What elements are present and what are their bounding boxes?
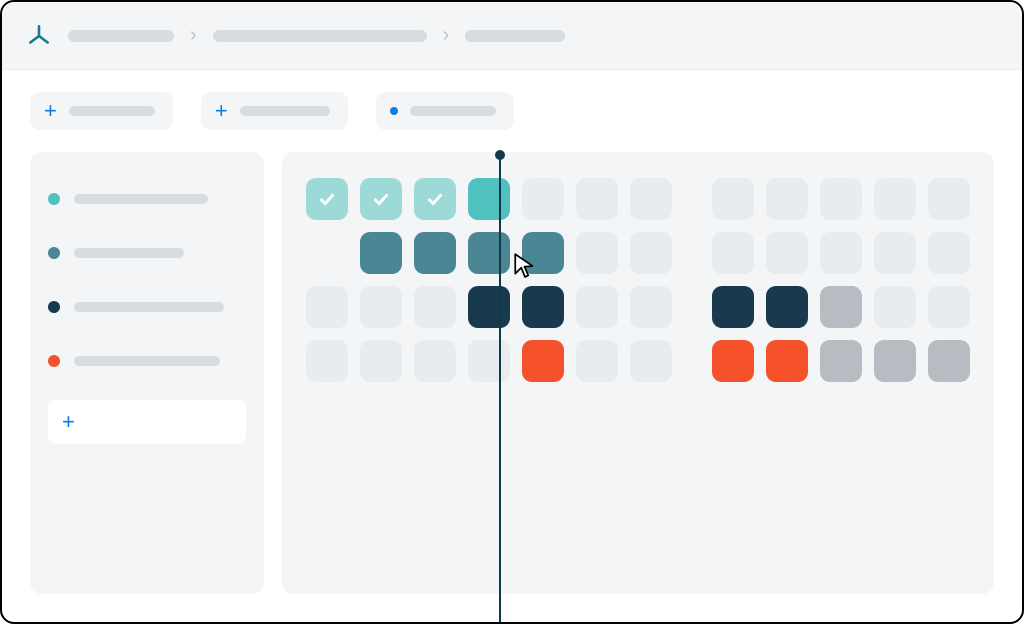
legend-label-placeholder [74,356,220,366]
timeline-cell[interactable] [820,340,862,382]
timeline-row [306,232,970,274]
timeline-cell[interactable] [766,340,808,382]
timeline-cell[interactable] [874,178,916,220]
timeline-cell[interactable] [928,286,970,328]
timeline-cell[interactable] [468,178,510,220]
timeline-cell[interactable] [766,286,808,328]
timeline-cell[interactable] [712,232,754,274]
timeline-cell[interactable] [522,178,564,220]
breadcrumb-item[interactable] [465,30,565,42]
timeline-cell[interactable] [306,340,348,382]
plus-icon: + [62,411,75,433]
timeline-cell[interactable] [522,340,564,382]
main-content: + [2,130,1022,622]
legend-dot-icon [48,301,60,313]
timeline-cell [306,232,348,274]
grid-gap [684,232,700,274]
legend-sidebar: + [30,152,264,594]
timeline-cell[interactable] [306,178,348,220]
legend-dot-icon [48,247,60,259]
chevron-right-icon: › [443,24,450,47]
breadcrumb-trail: ›› [68,24,565,47]
toolbar-button[interactable]: + [201,92,348,130]
timeline-cell[interactable] [360,178,402,220]
timeline-cell[interactable] [766,178,808,220]
chevron-right-icon: › [190,24,197,47]
grid-gap [684,178,700,220]
breadcrumb-bar: ›› [2,2,1022,70]
timeline-row [306,340,970,382]
check-icon [424,188,446,210]
timeline-cell[interactable] [468,340,510,382]
timeline-cell[interactable] [360,340,402,382]
timeline-cell[interactable] [630,178,672,220]
timeline-panel [282,152,994,594]
timeline-cell[interactable] [414,340,456,382]
dot-icon [390,107,398,115]
cursor-icon [512,252,538,278]
timeline-cell[interactable] [306,286,348,328]
breadcrumb-item[interactable] [68,30,174,42]
timeline-cell[interactable] [414,178,456,220]
legend-list [48,184,246,376]
legend-dot-icon [48,355,60,367]
timeline-cell[interactable] [630,286,672,328]
legend-label-placeholder [74,194,208,204]
legend-label-placeholder [74,248,184,258]
toolbar-label-placeholder [69,106,155,116]
timeline-cell[interactable] [820,178,862,220]
timeline-cell[interactable] [820,286,862,328]
timeline-cell[interactable] [576,286,618,328]
plus-icon: + [44,100,57,122]
toolbar-button[interactable] [376,92,514,130]
timeline-cell[interactable] [576,178,618,220]
timeline-cell[interactable] [928,178,970,220]
timeline-cell[interactable] [712,286,754,328]
legend-item[interactable] [48,184,246,214]
timeline-cell[interactable] [874,340,916,382]
legend-item[interactable] [48,346,246,376]
plus-icon: + [215,100,228,122]
timeline-cell[interactable] [712,178,754,220]
timeline-cell[interactable] [820,232,862,274]
breadcrumb-item[interactable] [213,30,427,42]
timeline-cell[interactable] [928,232,970,274]
timeline-cell[interactable] [414,232,456,274]
timeline-cell[interactable] [712,340,754,382]
check-icon [316,188,338,210]
timeline-cell[interactable] [468,286,510,328]
timeline-cell[interactable] [576,232,618,274]
timeline-cell[interactable] [928,340,970,382]
app-frame: ›› ++ + [0,0,1024,624]
toolbar: ++ [2,70,1022,130]
timeline-row [306,286,970,328]
add-item-button[interactable]: + [48,400,246,444]
timeline-cell[interactable] [874,232,916,274]
legend-item[interactable] [48,292,246,322]
timeline-row [306,178,970,220]
timeline-cell[interactable] [522,286,564,328]
timeline-cell[interactable] [630,232,672,274]
toolbar-label-placeholder [410,106,496,116]
legend-label-placeholder [74,302,224,312]
timeline-cell[interactable] [360,286,402,328]
timeline-cell[interactable] [766,232,808,274]
timeline-cell[interactable] [630,340,672,382]
toolbar-label-placeholder [240,106,330,116]
legend-item[interactable] [48,238,246,268]
timeline-cell[interactable] [360,232,402,274]
grid-gap [684,340,700,382]
timeline-grid [306,178,970,382]
playhead-marker[interactable] [499,155,501,624]
app-logo-icon [26,23,52,49]
grid-gap [684,286,700,328]
legend-dot-icon [48,193,60,205]
timeline-cell[interactable] [576,340,618,382]
timeline-cell[interactable] [468,232,510,274]
timeline-cell[interactable] [414,286,456,328]
check-icon [370,188,392,210]
timeline-cell[interactable] [874,286,916,328]
toolbar-button[interactable]: + [30,92,173,130]
